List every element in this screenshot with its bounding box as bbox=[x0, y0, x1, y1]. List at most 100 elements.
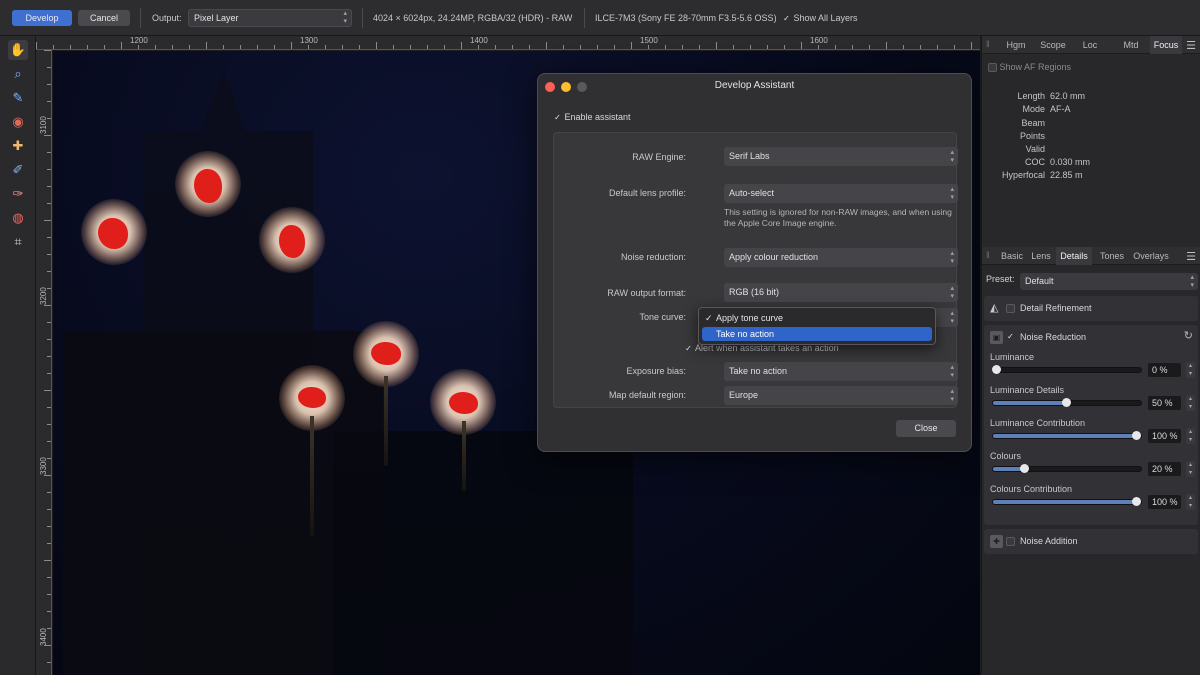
checkmark-icon[interactable]: ✓ bbox=[782, 14, 791, 23]
ruler-tick bbox=[631, 42, 632, 49]
info-key: Length bbox=[1017, 91, 1045, 101]
ruler-tick bbox=[47, 509, 51, 510]
tab-focus[interactable]: Focus bbox=[1150, 36, 1182, 54]
slider-knob[interactable] bbox=[1020, 464, 1029, 473]
ruler-tick bbox=[665, 45, 666, 49]
slider-knob[interactable] bbox=[1132, 431, 1141, 440]
ruler-label: 1500 bbox=[640, 36, 658, 45]
noise-addition-section[interactable]: ✚ Noise Addition bbox=[984, 529, 1198, 554]
checkmark-icon[interactable]: ✓ bbox=[1006, 332, 1015, 341]
close-button[interactable]: Close bbox=[896, 420, 956, 437]
enable-assistant-row[interactable]: ✓ Enable assistant bbox=[553, 112, 630, 122]
raw-engine-select[interactable]: Serif Labs ▴ ▾ bbox=[724, 147, 958, 166]
slider-value-field[interactable]: 20 % bbox=[1148, 462, 1181, 476]
output-select[interactable]: Pixel Layer ▴ ▾ bbox=[188, 9, 352, 27]
hand-tool-icon[interactable]: ✋ bbox=[8, 40, 28, 60]
panel-menu-icon[interactable]: ☰ bbox=[1186, 39, 1196, 52]
slider-knob[interactable] bbox=[1062, 398, 1071, 407]
tab-loc[interactable]: Loc bbox=[1078, 36, 1102, 54]
updown-icon: ▴ ▾ bbox=[343, 10, 347, 25]
ruler-tick bbox=[44, 220, 51, 221]
slider-knob[interactable] bbox=[1132, 497, 1141, 506]
slider-value-field[interactable]: 0 % bbox=[1148, 363, 1181, 377]
tab-lens[interactable]: Lens bbox=[1029, 247, 1053, 265]
slider-fill bbox=[993, 500, 1141, 504]
show-af-regions-row[interactable]: Show AF Regions bbox=[988, 62, 1071, 73]
horizontal-ruler[interactable]: 1200 1300 1400 1500 1600 bbox=[36, 36, 980, 50]
slider-track[interactable] bbox=[992, 365, 1142, 374]
slider-track[interactable] bbox=[992, 398, 1142, 407]
crop-tool-icon[interactable]: ⌗ bbox=[8, 232, 28, 252]
checkmark-icon[interactable]: ✓ bbox=[553, 113, 562, 122]
cancel-button[interactable]: Cancel bbox=[78, 10, 130, 26]
slider-value-field[interactable]: 100 % bbox=[1148, 429, 1181, 443]
info-key: Points bbox=[1019, 131, 1045, 141]
develop-tab-bar: ‖ Basic Lens Details Tones Overlays ☰ bbox=[982, 247, 1200, 265]
tab-details[interactable]: Details bbox=[1056, 247, 1092, 265]
tab-basic[interactable]: Basic bbox=[998, 247, 1026, 265]
checkbox[interactable] bbox=[1006, 304, 1015, 313]
tab-hgm[interactable]: Hgm bbox=[1002, 36, 1030, 54]
stepper-icon[interactable]: ▴ ▾ bbox=[1186, 395, 1195, 411]
slider-track[interactable] bbox=[992, 464, 1142, 473]
clipped-highlight bbox=[371, 342, 401, 365]
stepper-icon[interactable]: ▴ ▾ bbox=[1186, 494, 1195, 510]
slider-value-field[interactable]: 50 % bbox=[1148, 396, 1181, 410]
slider-knob[interactable] bbox=[992, 365, 1001, 374]
ruler-tick bbox=[104, 45, 105, 49]
exposure-bias-select[interactable]: Take no action ▴ ▾ bbox=[724, 362, 958, 381]
overlay-erase-tool-icon[interactable]: ✑ bbox=[8, 184, 28, 204]
reset-icon[interactable]: ↻ bbox=[1184, 329, 1193, 342]
slider-value-field[interactable]: 100 % bbox=[1148, 495, 1181, 509]
output-value: Pixel Layer bbox=[194, 13, 239, 23]
white-balance-tool-icon[interactable]: ✎ bbox=[8, 88, 28, 108]
ruler-tick bbox=[257, 45, 258, 49]
slider-track[interactable] bbox=[992, 431, 1142, 440]
gradient-overlay-tool-icon[interactable]: ◍ bbox=[8, 208, 28, 228]
ruler-tick bbox=[155, 45, 156, 49]
tab-scope[interactable]: Scope bbox=[1036, 36, 1070, 54]
updown-icon: ▴ ▾ bbox=[950, 310, 954, 325]
tab-tones[interactable]: Tones bbox=[1096, 247, 1128, 265]
develop-button[interactable]: Develop bbox=[12, 10, 72, 26]
tab-mtd[interactable]: Mtd bbox=[1118, 36, 1144, 54]
toolbar-divider bbox=[362, 8, 363, 28]
detail-refinement-section[interactable]: ◭ Detail Refinement bbox=[984, 296, 1198, 321]
ruler-tick bbox=[597, 45, 598, 49]
checkbox[interactable] bbox=[988, 63, 997, 73]
ruler-tick bbox=[801, 42, 802, 49]
updown-icon: ▴ ▾ bbox=[1190, 274, 1194, 289]
ruler-label: 1600 bbox=[810, 36, 828, 45]
ruler-tick bbox=[903, 45, 904, 49]
zoom-tool-icon[interactable]: ⌕ bbox=[8, 64, 28, 84]
show-all-layers-label: Show All Layers bbox=[793, 13, 858, 23]
raw-output-format-label: RAW output format: bbox=[607, 288, 686, 298]
blemish-tool-icon[interactable]: ✚ bbox=[8, 136, 28, 156]
grip-icon[interactable]: ‖ bbox=[986, 39, 990, 49]
checkmark-icon[interactable]: ✓ bbox=[684, 344, 693, 353]
lens-profile-select[interactable]: Auto-select ▴ ▾ bbox=[724, 184, 958, 203]
stepper-icon[interactable]: ▴ ▾ bbox=[1186, 461, 1195, 477]
tab-overlays[interactable]: Overlays bbox=[1131, 247, 1171, 265]
overlay-paint-tool-icon[interactable]: ✐ bbox=[8, 160, 28, 180]
checkbox[interactable] bbox=[1006, 537, 1015, 546]
ruler-tick bbox=[44, 475, 51, 476]
slider-track[interactable] bbox=[992, 497, 1142, 506]
stepper-icon[interactable]: ▴ ▾ bbox=[1186, 428, 1195, 444]
panel-menu-icon[interactable]: ☰ bbox=[1186, 250, 1196, 263]
vertical-ruler[interactable]: 3100 3200 3300 3400 bbox=[36, 50, 52, 675]
show-all-layers-row[interactable]: ✓ Show All Layers bbox=[782, 10, 858, 26]
updown-icon: ▴ ▾ bbox=[950, 388, 954, 403]
updown-icon: ▴ ▾ bbox=[950, 149, 954, 164]
ruler-tick bbox=[240, 45, 241, 49]
ruler-tick bbox=[512, 45, 513, 49]
red-eye-tool-icon[interactable]: ◉ bbox=[8, 112, 28, 132]
grip-icon[interactable]: ‖ bbox=[986, 250, 990, 260]
popup-item-take-no-action[interactable]: Take no action bbox=[702, 327, 932, 341]
raw-output-format-select[interactable]: RGB (16 bit) ▴ ▾ bbox=[724, 283, 958, 302]
preset-select[interactable]: Default ▴ ▾ bbox=[1020, 273, 1198, 290]
popup-item-apply-tone-curve[interactable]: ✓ Apply tone curve bbox=[702, 311, 932, 325]
noise-reduction-select[interactable]: Apply colour reduction ▴ ▾ bbox=[724, 248, 958, 267]
stepper-icon[interactable]: ▴ ▾ bbox=[1186, 362, 1195, 378]
map-region-select[interactable]: Europe ▴ ▾ bbox=[724, 386, 958, 405]
